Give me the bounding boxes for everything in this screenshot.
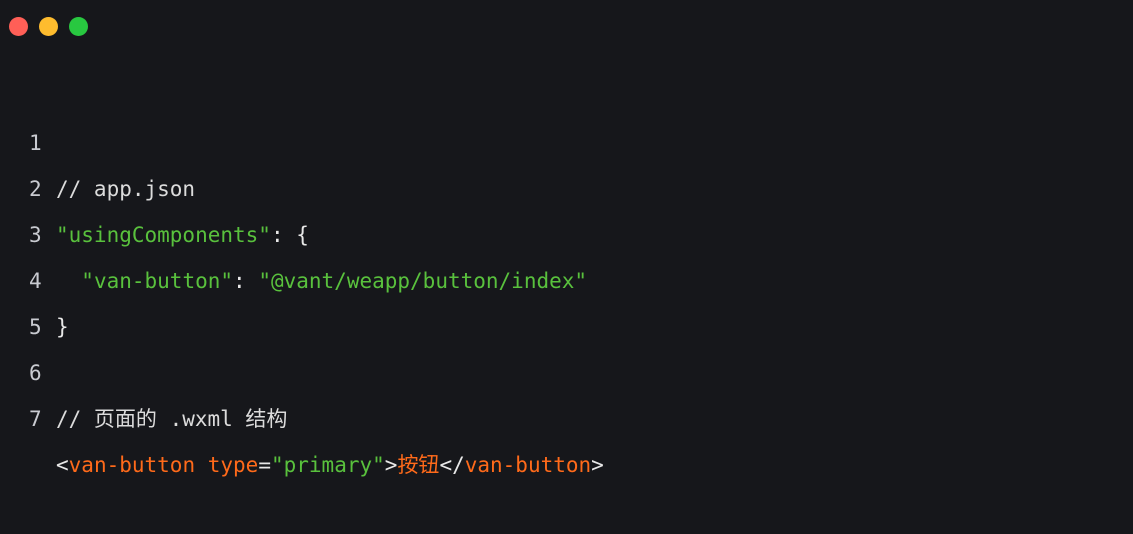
code-line: 6 // 页面的 .wxml 结构	[0, 304, 1133, 431]
tag-close-bracket: >	[384, 453, 398, 477]
code-line: 4 }	[0, 212, 1133, 339]
code-block: 1 // app.json 2 "usingComponents": { 3 "…	[0, 74, 1133, 477]
attr-equals: =	[258, 453, 271, 477]
code-line: 5	[0, 258, 1133, 339]
closing-tag-close-bracket: >	[591, 453, 604, 477]
code-line: 1 // app.json	[0, 74, 1133, 201]
attr-value: "primary"	[270, 453, 385, 477]
line-number: 7	[29, 407, 42, 431]
line-content: <van-button type="primary">按钮</van-butto…	[56, 442, 604, 488]
code-line: 2 "usingComponents": {	[0, 120, 1133, 247]
code-line: 3 "van-button": "@vant/weapp/button/inde…	[0, 166, 1133, 293]
code-line: 7 <van-button type="primary">按钮</van-but…	[0, 350, 1133, 477]
maximize-dot-icon[interactable]	[69, 17, 88, 36]
attr-name: type	[207, 453, 259, 477]
closing-tag-name: van-button	[464, 453, 592, 477]
comment-text: // 页面的 .wxml 结构	[56, 407, 288, 431]
tag-open-bracket: <	[56, 453, 69, 477]
minimize-dot-icon[interactable]	[39, 17, 58, 36]
code-window: 1 // app.json 2 "usingComponents": { 3 "…	[0, 0, 1133, 477]
closing-tag-open-bracket: </	[439, 453, 465, 477]
element-text: 按钮	[397, 453, 440, 477]
tag-name: van-button	[68, 453, 196, 477]
window-controls	[9, 17, 88, 37]
line-content: // 页面的 .wxml 结构	[56, 396, 287, 442]
close-dot-icon[interactable]	[9, 17, 28, 36]
